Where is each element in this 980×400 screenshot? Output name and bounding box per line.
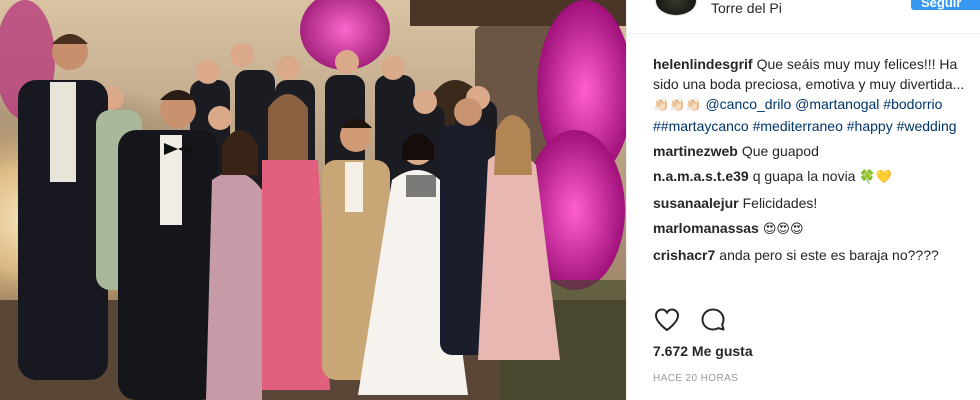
list-item: n.a.m.a.s.t.e39 q guapa la novia 🍀💛	[653, 166, 969, 188]
post-photo[interactable]	[0, 0, 626, 400]
location-link[interactable]: Torre del Pi	[711, 0, 782, 16]
list-item: crishacr7 anda pero si este es baraja no?…	[653, 245, 969, 265]
clap-emoji: 👏🏻👏🏻👏🏻	[653, 98, 702, 113]
comment-icon[interactable]	[699, 306, 727, 334]
list-item: marlomanassas 😍😍😍	[653, 218, 969, 240]
list-item: martinezweb Que guapod	[653, 141, 969, 161]
list-item: susanaalejur Felicidades!	[653, 193, 969, 213]
wedding-group-photo	[0, 0, 626, 400]
heart-eyes-emoji: 😍😍😍	[762, 222, 804, 237]
comment-text: Que guapod	[741, 143, 819, 159]
comment-text: q guapa la novia	[752, 168, 860, 184]
comment-username[interactable]: susanaalejur	[653, 195, 739, 211]
post-side-panel: Torre del Pi Seguir helenlindesgrif Que s…	[626, 0, 980, 400]
comment-username[interactable]: helenlindesgrif	[653, 56, 753, 72]
post-actions	[653, 306, 969, 332]
comment-text: Felicidades!	[742, 195, 818, 211]
follow-button[interactable]: Seguir	[911, 0, 980, 10]
comment-caption: helenlindesgrif Que seáis muy muy felices…	[653, 54, 969, 136]
comment-username[interactable]: crishacr7	[653, 247, 715, 263]
mention-link[interactable]: @canco_drilo	[702, 96, 791, 112]
clover-heart-emoji: 🍀💛	[859, 170, 892, 185]
comment-username[interactable]: martinezweb	[653, 143, 738, 159]
likes-count[interactable]: 7.672 Me gusta	[653, 343, 753, 359]
comment-username[interactable]: n.a.m.a.s.t.e39	[653, 168, 749, 184]
comment-text: anda pero si este es baraja no????	[719, 247, 939, 263]
comment-username[interactable]: marlomanassas	[653, 220, 759, 236]
post-header: Torre del Pi Seguir	[627, 0, 980, 34]
comments-list: helenlindesgrif Que seáis muy muy felices…	[653, 54, 969, 270]
heart-icon[interactable]	[653, 306, 681, 334]
post-timestamp: HACE 20 HORAS	[653, 373, 739, 384]
avatar[interactable]	[655, 0, 697, 16]
